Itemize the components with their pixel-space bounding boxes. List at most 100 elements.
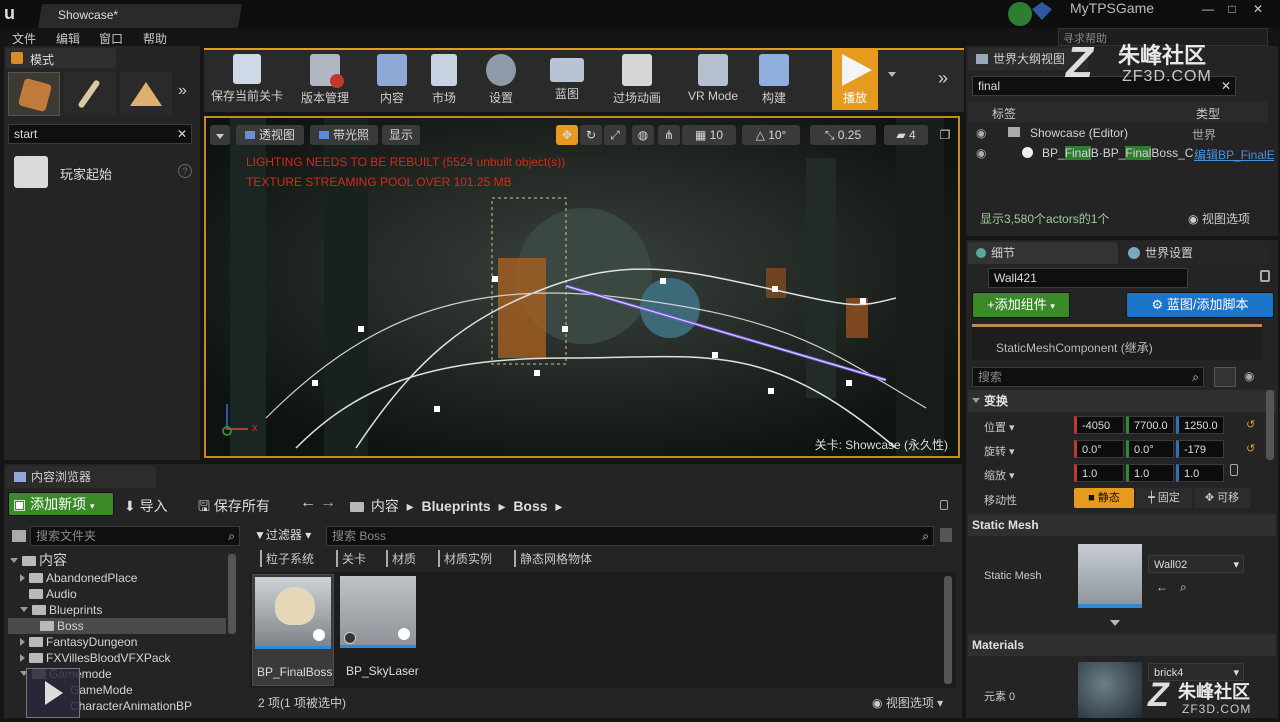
build-button[interactable]: 构建 bbox=[744, 52, 804, 110]
details-search-input[interactable]: 搜索 ⌕ bbox=[972, 367, 1204, 387]
visibility-eye-icon[interactable]: ◉ bbox=[976, 146, 986, 160]
rotation-snap-button[interactable]: △ 10° bbox=[742, 125, 800, 145]
import-button[interactable]: ⬇ 导入 bbox=[124, 496, 168, 516]
filter-chip-static-mesh[interactable]: 静态网格物体 bbox=[514, 550, 596, 567]
content-browser-tab[interactable]: 内容浏览器 bbox=[6, 466, 156, 488]
world-local-button[interactable]: ◍ bbox=[632, 125, 654, 145]
reset-rotation-icon[interactable]: ↺ bbox=[1246, 442, 1255, 455]
toolbar-more-icon[interactable]: » bbox=[938, 68, 948, 89]
mode-landscape-button[interactable] bbox=[120, 72, 172, 116]
maximize-viewport-button[interactable]: ❐ bbox=[936, 125, 954, 145]
mobility-stationary-button[interactable]: ┿ 固定 bbox=[1136, 488, 1192, 508]
history-forward-icon[interactable]: → bbox=[320, 494, 336, 512]
show-button[interactable]: 显示 bbox=[382, 125, 420, 145]
menu-help[interactable]: 帮助 bbox=[143, 30, 167, 47]
location-label[interactable]: 位置 ▾ bbox=[984, 419, 1015, 435]
outliner-row-finalboss[interactable]: ◉ BP_FinalB·BP_FinalBoss_C 编辑BP_FinalE bbox=[968, 144, 1274, 162]
world-settings-tab[interactable]: 世界设置 bbox=[1120, 242, 1270, 264]
camera-speed-button[interactable]: ▰ 4 bbox=[884, 125, 928, 145]
content-view-options[interactable]: ◉ 视图选项 ▾ bbox=[872, 694, 943, 711]
menu-file[interactable]: 文件 bbox=[12, 30, 36, 47]
mode-paint-button[interactable] bbox=[64, 72, 116, 116]
use-selected-arrow-icon[interactable]: ← bbox=[1156, 580, 1168, 594]
marketplace-button[interactable]: 市场 bbox=[414, 52, 474, 110]
filter-chip-particle[interactable]: 粒子系统 bbox=[260, 550, 318, 567]
asset-tile[interactable]: BP_FinalBoss bbox=[252, 574, 334, 686]
browse-search-icon[interactable]: ⌕ bbox=[1180, 580, 1187, 595]
tree-item-abandonedplace[interactable]: AbandonedPlace bbox=[20, 570, 137, 586]
tree-item-audio[interactable]: Audio bbox=[29, 586, 77, 602]
lock-icon[interactable] bbox=[1260, 270, 1270, 282]
surface-snap-button[interactable]: ⋔ bbox=[658, 125, 680, 145]
materials-header[interactable]: Materials bbox=[968, 634, 1276, 656]
search-icon[interactable]: ⌕ bbox=[1192, 368, 1199, 386]
scale-label[interactable]: 缩放 ▾ bbox=[984, 467, 1015, 483]
settings-button[interactable]: 设置 bbox=[468, 52, 534, 110]
actor-name-input[interactable]: Wall421 bbox=[988, 268, 1188, 288]
rotation-x[interactable]: 0.0° bbox=[1074, 440, 1124, 458]
level-viewport[interactable]: LIGHTING NEEDS TO BE REBUILT (5524 unbui… bbox=[204, 116, 960, 458]
grid-snap-button[interactable]: ▦ 10 bbox=[682, 125, 736, 145]
maximize-button[interactable]: □ bbox=[1222, 2, 1242, 18]
search-icon[interactable]: ⌕ bbox=[922, 527, 929, 545]
translate-tool-button[interactable]: ✥ bbox=[556, 125, 578, 145]
blueprint-script-button[interactable]: ⚙ 蓝图/添加脚本 bbox=[1126, 292, 1274, 318]
scale-y[interactable]: 1.0 bbox=[1126, 464, 1174, 482]
outliner-row-world[interactable]: ◉ Showcase (Editor) 世界 bbox=[968, 124, 1268, 142]
column-type[interactable]: 类型 bbox=[1196, 105, 1220, 122]
modes-search-input[interactable]: start ✕ bbox=[8, 124, 192, 144]
rotation-label[interactable]: 旋转 ▾ bbox=[984, 443, 1015, 459]
outliner-view-options[interactable]: ◉ 视图选项 bbox=[1188, 210, 1250, 227]
filters-button[interactable]: ▼过滤器 ▾ bbox=[254, 526, 311, 543]
rotation-y[interactable]: 0.0° bbox=[1126, 440, 1174, 458]
search-icon[interactable]: ⌕ bbox=[228, 527, 235, 545]
location-y[interactable]: 7700.0 bbox=[1126, 416, 1174, 434]
scale-z[interactable]: 1.0 bbox=[1176, 464, 1224, 482]
source-control-button[interactable]: 版本管理 bbox=[290, 52, 360, 110]
viewport-options-button[interactable] bbox=[210, 125, 230, 145]
tree-item-characteranimationbp[interactable]: CharacterAnimationBP bbox=[70, 698, 192, 714]
folder-search-input[interactable]: 搜索文件夹 ⌕ bbox=[30, 526, 240, 546]
details-tab[interactable]: 细节 bbox=[968, 242, 1118, 264]
save-search-icon[interactable] bbox=[940, 528, 952, 542]
content-button[interactable]: 内容 bbox=[362, 52, 422, 110]
breadcrumb-content[interactable]: 内容 bbox=[371, 498, 399, 514]
sources-toggle-icon[interactable] bbox=[12, 530, 26, 542]
breadcrumb-blueprints[interactable]: Blueprints bbox=[421, 498, 490, 514]
filter-chip-level[interactable]: 关卡 bbox=[336, 550, 370, 567]
asset-search-input[interactable]: 搜索 Boss ⌕ bbox=[326, 526, 934, 546]
project-avatar-icon[interactable] bbox=[1008, 2, 1032, 26]
static-mesh-thumbnail[interactable] bbox=[1078, 544, 1142, 608]
tree-item-blueprints[interactable]: Blueprints bbox=[20, 602, 102, 618]
list-view-icon[interactable] bbox=[1214, 367, 1236, 387]
asset-tile[interactable]: BP_SkyLaser bbox=[340, 574, 419, 686]
rotation-z[interactable]: -179 bbox=[1176, 440, 1224, 458]
add-new-button[interactable]: ▣ 添加新项 ▾ bbox=[8, 492, 114, 516]
perspective-button[interactable]: 透视图 bbox=[236, 125, 304, 145]
scale-lock-icon[interactable] bbox=[1230, 464, 1238, 476]
play-button[interactable]: 播放 bbox=[822, 52, 888, 110]
asset-grid-scrollbar[interactable] bbox=[944, 576, 952, 684]
play-options-icon[interactable] bbox=[888, 72, 896, 77]
component-row[interactable]: StaticMeshComponent (继承) bbox=[996, 339, 1153, 356]
breadcrumb-boss[interactable]: Boss bbox=[513, 498, 547, 514]
transform-header[interactable]: 变换 bbox=[968, 390, 1276, 412]
advanced-expander-icon[interactable] bbox=[1110, 620, 1120, 626]
modes-tab[interactable]: 模式 bbox=[6, 48, 116, 68]
cinematics-button[interactable]: 过场动画 bbox=[602, 52, 672, 110]
add-component-button[interactable]: +添加组件 ▾ bbox=[972, 292, 1070, 318]
close-button[interactable]: ✕ bbox=[1246, 2, 1270, 18]
filter-chip-material-instance[interactable]: 材质实例 bbox=[438, 550, 496, 567]
video-play-overlay-icon[interactable] bbox=[26, 668, 80, 718]
menu-window[interactable]: 窗口 bbox=[99, 30, 123, 47]
edit-blueprint-link[interactable]: 编辑BP_FinalE bbox=[1194, 146, 1274, 163]
static-mesh-header[interactable]: Static Mesh bbox=[968, 514, 1276, 536]
eye-toggle-icon[interactable]: ◉ bbox=[1244, 369, 1254, 383]
save-level-button[interactable]: 保存当前关卡 bbox=[207, 52, 287, 110]
static-mesh-combo[interactable]: Wall02 ▾ bbox=[1148, 555, 1244, 573]
mobility-static-button[interactable]: ■ 静态 bbox=[1074, 488, 1134, 508]
tree-item-boss[interactable]: Boss bbox=[8, 618, 226, 634]
content-lock-icon[interactable] bbox=[940, 500, 948, 510]
filter-chip-material[interactable]: 材质 bbox=[386, 550, 420, 567]
minimize-button[interactable]: — bbox=[1198, 2, 1218, 18]
